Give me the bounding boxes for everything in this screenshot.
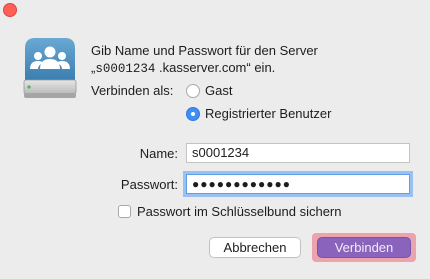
radio-registered-user-button[interactable] (186, 106, 200, 121)
password-label: Passwort: (120, 177, 178, 192)
connect-to-server-dialog: Gib Name und Passwort für den Server „s0… (0, 0, 430, 279)
connect-as-label: Verbinden als: (91, 83, 174, 98)
cancel-button[interactable]: Abbrechen (209, 237, 301, 258)
keychain-option[interactable]: Passwort im Schlüsselbund sichern (118, 204, 341, 219)
radio-registered-user[interactable]: Registrierter Benutzer (186, 106, 331, 121)
password-field-value: ●●●●●●●●●●●● (192, 177, 291, 191)
prompt-line-2: „s0001234 .kasserver.com“ ein. (91, 59, 318, 78)
password-field[interactable]: ●●●●●●●●●●●● (186, 174, 410, 194)
prompt-server-suffix: .kasserver.com“ ein. (155, 60, 276, 75)
name-label: Name: (139, 146, 178, 161)
radio-guest-button[interactable] (186, 83, 200, 98)
prompt-server-name: s0001234 (95, 62, 156, 76)
radio-guest-label[interactable]: Gast (205, 83, 232, 98)
prompt-line-1: Gib Name und Passwort für den Server (91, 43, 318, 58)
keychain-label[interactable]: Passwort im Schlüsselbund sichern (137, 204, 341, 219)
name-field-value: s0001234 (192, 145, 250, 160)
connect-button[interactable]: Verbinden (317, 237, 411, 258)
radio-registered-user-label[interactable]: Registrierter Benutzer (205, 106, 331, 121)
close-window-button[interactable] (3, 3, 17, 17)
name-field[interactable]: s0001234 (186, 143, 410, 163)
radio-guest[interactable]: Gast (186, 83, 232, 98)
network-drive-icon (23, 38, 77, 98)
prompt-text: Gib Name und Passwort für den Server „s0… (91, 42, 318, 78)
keychain-checkbox[interactable] (118, 205, 131, 218)
